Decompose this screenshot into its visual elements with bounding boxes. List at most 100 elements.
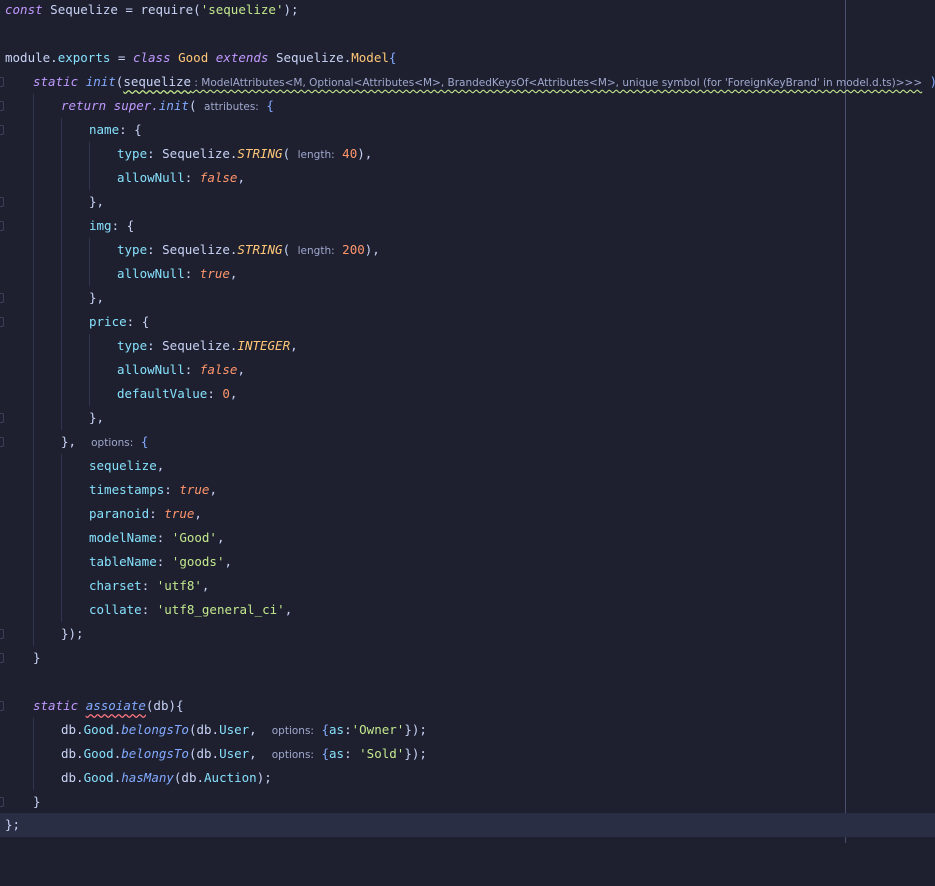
indent-guide — [61, 382, 62, 406]
fold-marker-icon[interactable] — [0, 101, 4, 111]
code-line[interactable]: return super.init( attributes: { — [0, 94, 935, 118]
code-line[interactable]: }); — [0, 622, 935, 646]
property: allowNull — [117, 362, 185, 377]
code-line[interactable]: }, — [0, 190, 935, 214]
brace: { — [133, 434, 149, 449]
code-line[interactable]: }, — [0, 286, 935, 310]
code-line[interactable]: static init(sequelize : ModelAttributes<… — [0, 70, 935, 94]
indent-guide — [33, 478, 34, 502]
code-text: ( — [282, 242, 298, 257]
code-line[interactable]: defaultValue: 0, — [0, 382, 935, 406]
code-line[interactable]: db.Good.hasMany(db.Auction); — [0, 766, 935, 790]
property: paranoid — [89, 506, 150, 521]
code-line[interactable]: } — [0, 790, 935, 814]
code-line[interactable]: }, — [0, 406, 935, 430]
indent-guide — [61, 334, 62, 358]
indent-guide — [33, 286, 34, 310]
brace: { — [313, 746, 330, 761]
property: type — [117, 338, 148, 353]
fold-marker-icon[interactable] — [0, 77, 4, 87]
code-line[interactable]: } — [0, 646, 935, 670]
fold-marker-icon[interactable] — [0, 293, 4, 303]
code-text: } — [33, 650, 41, 665]
code-line[interactable]: }, options: { — [0, 430, 935, 454]
fold-marker-icon[interactable] — [0, 653, 4, 663]
property: timestamps — [89, 482, 165, 497]
property: modelName — [89, 530, 157, 545]
code-text: db. — [61, 722, 84, 737]
fold-marker-icon[interactable] — [0, 221, 4, 231]
code-line[interactable]: img: { — [0, 214, 935, 238]
property: img — [89, 218, 112, 233]
code-text: db. — [61, 770, 84, 785]
code-text: , — [249, 722, 272, 737]
code-line[interactable]: module.exports = class Good extends Sequ… — [0, 46, 935, 70]
code-line[interactable]: paranoid: true, — [0, 502, 935, 526]
parameter-hint: options: — [91, 437, 134, 449]
code-line[interactable]: allowNull: true, — [0, 262, 935, 286]
code-line[interactable]: timestamps: true, — [0, 478, 935, 502]
property: exports — [57, 50, 111, 65]
fold-marker-icon[interactable] — [0, 629, 4, 639]
parameter-hint: options: — [271, 749, 314, 761]
indent-guide — [61, 118, 62, 142]
code-line[interactable]: db.Good.belongsTo(db.User, options: {as:… — [0, 742, 935, 766]
code-text: }); — [404, 746, 427, 761]
code-line[interactable]: const Sequelize = require('sequelize'); — [0, 0, 935, 22]
indent-guide — [33, 742, 34, 766]
fold-marker-icon[interactable] — [0, 197, 4, 207]
code-line[interactable]: type: Sequelize.STRING( length: 40), — [0, 142, 935, 166]
code-line[interactable]: modelName: 'Good', — [0, 526, 935, 550]
code-line[interactable]: db.Good.belongsTo(db.User, options: {as:… — [0, 718, 935, 742]
code-line[interactable]: type: Sequelize.INTEGER, — [0, 334, 935, 358]
fold-marker-icon[interactable] — [0, 701, 4, 711]
string-literal: 'Owner' — [351, 722, 405, 737]
indent-guide — [61, 406, 62, 430]
keyword: extends — [215, 50, 269, 65]
code-text: , — [237, 170, 245, 185]
string-literal: 'utf8_general_ci' — [156, 602, 285, 617]
string-literal: 'goods' — [171, 554, 225, 569]
code-line[interactable]: charset: 'utf8', — [0, 574, 935, 598]
code-text: : — [184, 362, 200, 377]
code-line[interactable]: tableName: 'goods', — [0, 550, 935, 574]
indent-guide — [61, 238, 62, 262]
parameter-hint: options: — [271, 725, 314, 737]
property: name — [89, 122, 120, 137]
indent-guide — [61, 574, 62, 598]
code-line[interactable]: allowNull: false, — [0, 358, 935, 382]
fold-marker-icon[interactable] — [0, 797, 4, 807]
keyword: static — [33, 698, 79, 713]
code-line[interactable]: sequelize, — [0, 454, 935, 478]
code-text: }, — [89, 410, 105, 425]
indent-guide — [61, 214, 62, 238]
indent-guide — [33, 550, 34, 574]
current-code-line[interactable]: }; — [0, 813, 935, 837]
indent-guide — [89, 382, 90, 406]
code-line[interactable]: allowNull: false, — [0, 166, 935, 190]
fold-marker-icon[interactable] — [0, 413, 4, 423]
code-text: , — [224, 554, 233, 569]
fold-marker-icon[interactable] — [0, 437, 4, 447]
fold-marker-icon[interactable] — [0, 125, 4, 135]
code-line[interactable]: collate: 'utf8_general_ci', — [0, 598, 935, 622]
code-text: : — [156, 554, 172, 569]
string-literal: 'Good' — [171, 530, 217, 545]
property: allowNull — [117, 266, 185, 281]
code-line[interactable]: price: { — [0, 310, 935, 334]
code-text: : — [344, 722, 352, 737]
code-editor[interactable]: const Sequelize = require('sequelize'); … — [0, 0, 935, 843]
method-name: belongsTo — [121, 722, 189, 737]
keyword: return — [61, 98, 107, 113]
code-line[interactable]: type: Sequelize.STRING( length: 200), — [0, 238, 935, 262]
indent-guide — [61, 526, 62, 550]
code-line[interactable]: static assoiate(db){ — [0, 694, 935, 718]
number-literal: 0 — [222, 386, 230, 401]
code-line[interactable]: name: { — [0, 118, 935, 142]
code-text: ); — [256, 770, 272, 785]
code-text: : — [141, 602, 157, 617]
property: type — [117, 242, 148, 257]
code-text: }, — [61, 434, 92, 449]
fold-marker-icon[interactable] — [0, 317, 4, 327]
